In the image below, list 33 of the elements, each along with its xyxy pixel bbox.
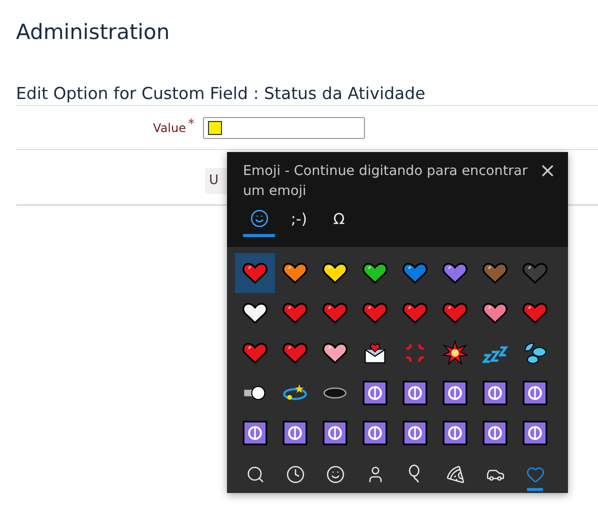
pizza-icon	[446, 464, 464, 484]
category-tab[interactable]: Ω	[323, 207, 355, 237]
smiley-icon	[250, 209, 268, 228]
section-title: Edit Option for Custom Field : Status da Atividade	[16, 84, 598, 106]
religious-symbol-icon	[362, 420, 388, 446]
search-icon	[246, 464, 264, 484]
close-button[interactable]: ×	[539, 159, 556, 181]
religious-symbol-icon	[482, 380, 508, 406]
category-tab[interactable]	[243, 207, 275, 237]
religious-symbol-icon	[242, 420, 268, 446]
religious-symbol-icon	[522, 420, 548, 446]
religious-symbol-icon	[402, 420, 428, 446]
page-title: Administration	[16, 20, 171, 44]
religious-symbol-icon	[282, 420, 308, 446]
religious-symbol-icon	[322, 420, 348, 446]
update-button[interactable]: U	[205, 168, 229, 194]
religious-symbol-icon	[442, 420, 468, 446]
religious-symbol-icon	[442, 380, 468, 406]
smiley-icon	[326, 464, 344, 484]
explosion-icon	[442, 340, 468, 366]
religious-symbol-icon	[522, 380, 548, 406]
droplets-icon	[522, 340, 548, 366]
panel-title: Emoji - Continue digitando para encontrar um emoji	[243, 162, 528, 201]
heart-icon	[526, 464, 544, 484]
value-field[interactable]	[202, 117, 364, 139]
required-mark: *	[188, 117, 194, 132]
field-label: Value	[152, 121, 186, 135]
religious-symbol-icon	[482, 420, 508, 446]
religious-symbol-icon	[362, 380, 388, 406]
category-tab[interactable]: ;-)	[283, 207, 315, 237]
clock-icon	[286, 464, 304, 484]
square-icon	[208, 121, 222, 135]
religious-symbol-icon	[402, 380, 428, 406]
